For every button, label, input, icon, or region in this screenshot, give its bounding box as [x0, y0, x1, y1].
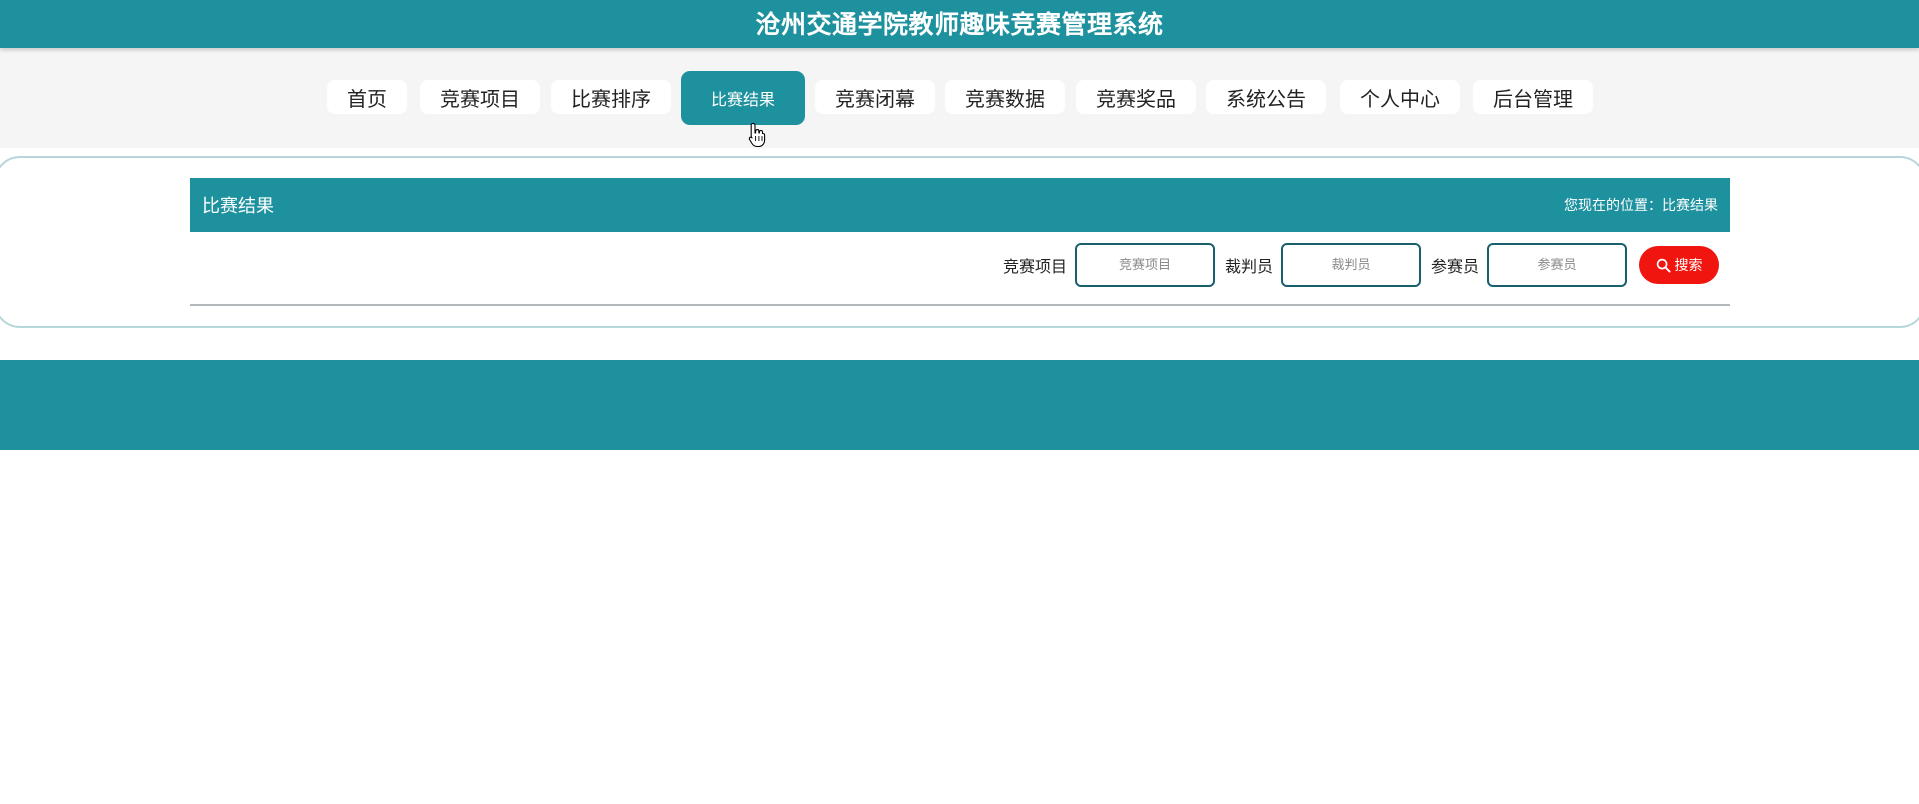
referee-input[interactable] [1280, 243, 1421, 287]
search-icon [1656, 258, 1671, 273]
hand-cursor-icon [748, 122, 766, 148]
nav-item-home[interactable]: 首页 [327, 80, 407, 114]
nav-item-competition-data[interactable]: 竞赛数据 [945, 80, 1065, 114]
nav-item-competition-closing[interactable]: 竞赛闭幕 [815, 80, 935, 114]
search-form: 竞赛项目 裁判员 参赛员 搜索 [993, 242, 1719, 288]
nav-item-personal-center[interactable]: 个人中心 [1340, 80, 1460, 114]
participant-label: 参赛员 [1430, 257, 1479, 276]
app-title: 沧州交通学院教师趣味竞赛管理系统 [755, 10, 1164, 39]
top-header: 沧州交通学院教师趣味竞赛管理系统 [0, 0, 1919, 48]
nav-item-system-announcements[interactable]: 系统公告 [1206, 80, 1326, 114]
nav-item-match-results[interactable]: 比赛结果 [681, 71, 805, 125]
section-header: 比赛结果 您现在的位置：比赛结果 [190, 178, 1730, 232]
results-divider [190, 304, 1730, 306]
nav-item-match-ranking[interactable]: 比赛排序 [551, 80, 671, 114]
breadcrumb: 您现在的位置：比赛结果 [1564, 198, 1718, 214]
nav-item-admin[interactable]: 后台管理 [1473, 80, 1593, 114]
section-title: 比赛结果 [202, 196, 274, 217]
search-button-label: 搜索 [1674, 258, 1703, 274]
referee-label: 裁判员 [1224, 257, 1273, 276]
competition-project-input[interactable] [1074, 243, 1215, 287]
nav-item-competition-projects[interactable]: 竞赛项目 [420, 80, 540, 114]
nav-item-competition-prizes[interactable]: 竞赛奖品 [1076, 80, 1196, 114]
footer [0, 360, 1919, 450]
participant-input[interactable] [1487, 243, 1627, 287]
search-button[interactable]: 搜索 [1639, 246, 1719, 284]
main-navigation: 首页 竞赛项目 比赛排序 比赛结果 竞赛闭幕 竞赛数据 竞赛奖品 系统公告 个人… [0, 48, 1919, 148]
competition-project-label: 竞赛项目 [1002, 257, 1067, 276]
